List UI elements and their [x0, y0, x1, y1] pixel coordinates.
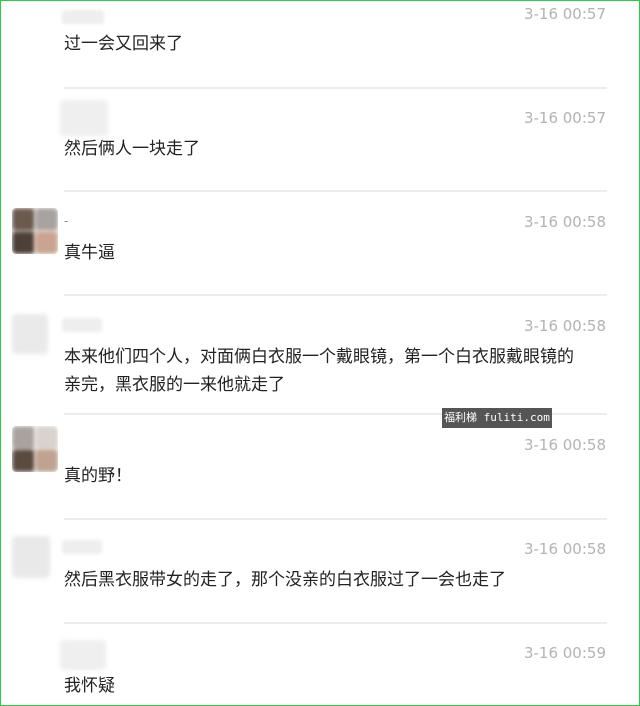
blurred-avatar: [60, 640, 106, 670]
avatar: [12, 426, 58, 472]
comment-text: 过一会又回来了: [64, 34, 183, 54]
comment-time: 3-16 00:57: [523, 109, 606, 127]
blurred-username: [62, 540, 102, 554]
divider: [64, 87, 607, 89]
comment-text: 然后黑衣服带女的走了，那个没亲的白衣服过了一会也走了: [64, 570, 506, 590]
comment-text: 真牛逼: [64, 243, 115, 263]
blurred-avatar: [12, 536, 50, 578]
comment-text: 我怀疑: [64, 676, 115, 696]
avatar-pixel: [35, 449, 58, 472]
blurred-avatar: [60, 100, 108, 136]
avatar-pixel: [12, 426, 35, 449]
watermark: 福利梯 fuliti.com: [442, 408, 552, 428]
blurred-username: [62, 10, 104, 24]
comment-text: 然后俩人一块走了: [64, 139, 200, 159]
avatar-pixel: [12, 231, 35, 254]
comment-time: 3-16 00:58: [523, 436, 606, 454]
avatar-pixel: [35, 208, 58, 231]
avatar-pixel: [12, 449, 35, 472]
avatar-pixel: [35, 231, 58, 254]
divider: [64, 190, 607, 192]
comment-time: 3-16 00:59: [523, 644, 606, 662]
avatar-pixel: [12, 208, 35, 231]
comment-text: 真的野！: [64, 466, 132, 486]
username: -: [64, 214, 69, 228]
comment-time: 3-16 00:57: [523, 5, 606, 23]
comment-time: 3-16 00:58: [523, 540, 606, 558]
avatar-pixel: [35, 426, 58, 449]
divider: [64, 622, 607, 624]
divider: [64, 518, 607, 520]
blurred-username: [62, 318, 102, 332]
avatar: [12, 208, 58, 254]
divider: [64, 294, 607, 296]
blurred-avatar: [12, 314, 48, 354]
comment-text: 本来他们四个人，对面俩白衣服一个戴眼镜，第一个白衣服戴眼镜的亲完，黑衣服的一来他…: [64, 347, 574, 395]
comment-time: 3-16 00:58: [523, 213, 606, 231]
comment-time: 3-16 00:58: [523, 317, 606, 335]
